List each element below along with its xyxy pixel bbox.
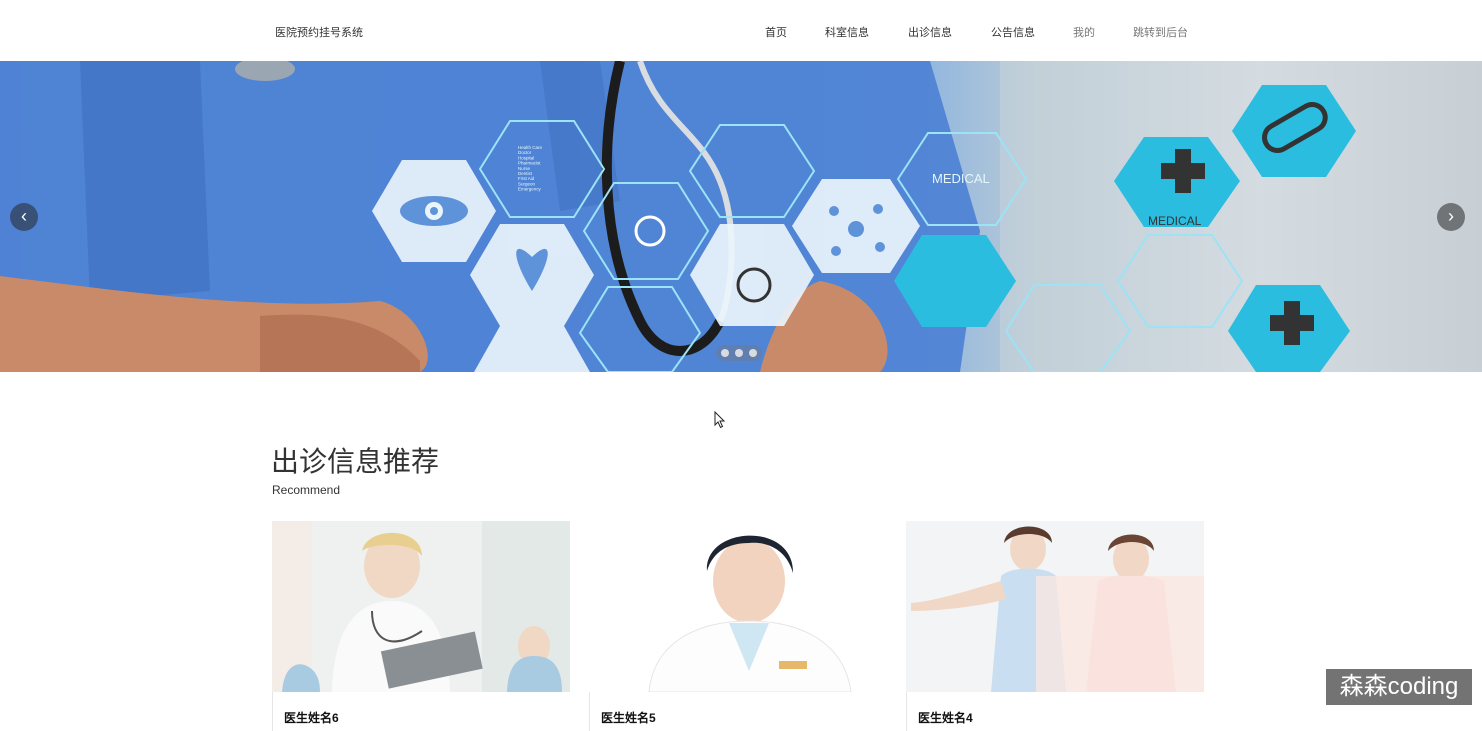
doctor-name: 医生姓名6 — [284, 711, 339, 725]
mouse-cursor-icon — [714, 411, 726, 429]
watermark-label: 森森coding — [1326, 669, 1472, 705]
nav-item-schedules[interactable]: 出诊信息 — [908, 24, 952, 40]
doctor-photo — [589, 521, 887, 692]
doctor-card[interactable]: 医生姓名4 — [906, 521, 1204, 731]
top-navbar: 医院预约挂号系统 首页 科室信息 出诊信息 公告信息 我的 跳转到后台 — [0, 0, 1482, 61]
carousel-dot-3[interactable] — [749, 349, 757, 357]
hex-label-medical: MEDICAL — [1148, 214, 1202, 228]
section-subtitle: Recommend — [272, 483, 341, 497]
carousel-dot-1[interactable] — [721, 349, 729, 357]
carousel-indicators — [716, 345, 762, 361]
doctor-photo — [906, 521, 1204, 692]
card-divider — [272, 692, 273, 731]
doctor-card[interactable]: 医生姓名5 — [589, 521, 887, 731]
section-title: 出诊信息推荐 — [271, 446, 440, 477]
hex-label-medical: MEDICAL — [932, 171, 990, 186]
carousel-prev-button[interactable]: ‹ — [10, 203, 38, 231]
main-nav: 首页 科室信息 出诊信息 公告信息 我的 跳转到后台 — [0, 24, 1482, 40]
card-divider — [589, 692, 590, 731]
carousel-dot-2[interactable] — [735, 349, 743, 357]
nav-item-notices[interactable]: 公告信息 — [991, 24, 1035, 40]
chevron-right-icon: › — [1448, 206, 1454, 226]
nav-item-mine[interactable]: 我的 — [1073, 24, 1095, 40]
carousel-next-button[interactable]: › — [1437, 203, 1465, 231]
hero-carousel[interactable]: MEDICAL MEDICAL Health Care Doctor Hospital P… — [0, 61, 1482, 372]
nav-item-home[interactable]: 首页 — [765, 24, 787, 40]
nav-item-admin[interactable]: 跳转到后台 — [1133, 24, 1188, 40]
nav-item-departments[interactable]: 科室信息 — [825, 24, 869, 40]
card-divider — [906, 692, 907, 731]
doctor-name: 医生姓名5 — [601, 711, 656, 725]
hex-text-line: Emergency — [518, 187, 542, 192]
doctor-name: 医生姓名4 — [918, 711, 973, 725]
doctor-photo — [272, 521, 570, 692]
banner-illustration: MEDICALMEDICALHealth CareDoctorHospitalP… — [0, 61, 1482, 372]
doctor-card[interactable]: 医生姓名6 — [272, 521, 570, 731]
chevron-left-icon: ‹ — [21, 206, 27, 226]
